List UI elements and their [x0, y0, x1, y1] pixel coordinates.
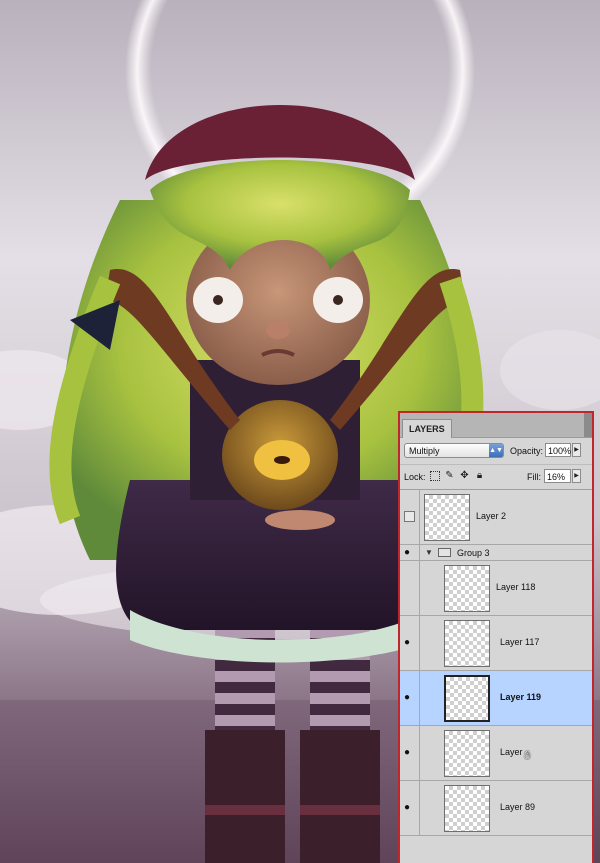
eye-off-icon: [404, 511, 415, 522]
opacity-input[interactable]: 100%: [545, 443, 571, 457]
layer-name: Layer 117: [500, 637, 540, 647]
visibility-toggle[interactable]: ●: [400, 616, 420, 670]
blend-mode-select[interactable]: Multiply ▲▼: [404, 443, 504, 458]
layer-thumbnail: [444, 675, 490, 722]
eye-icon: ●: [404, 692, 411, 703]
layer-name: Layer: [500, 747, 523, 757]
layers-panel: LAYERS Multiply ▲▼ Opacity: 100% ▶ Lock:…: [398, 411, 594, 863]
opacity-slider-toggle[interactable]: ▶: [572, 443, 581, 457]
layer-row[interactable]: ● Layer 117: [400, 616, 592, 671]
visibility-toggle[interactable]: ●: [400, 545, 420, 560]
lock-label: Lock:: [404, 472, 426, 482]
fill-label: Fill:: [527, 472, 541, 482]
layer-thumbnail: [424, 494, 470, 541]
folder-icon: [438, 548, 451, 557]
group-row[interactable]: ● ▼ Group 3: [400, 545, 592, 561]
pointer-cursor-icon: ✋︎: [524, 748, 531, 762]
tab-layers[interactable]: LAYERS: [402, 419, 452, 438]
layer-row[interactable]: Layer 118: [400, 561, 592, 616]
panel-menu-button[interactable]: [584, 413, 592, 437]
eye-icon: ●: [404, 747, 411, 758]
layer-list: Layer 2 ● ▼ Group 3 Layer 118 ● Layer 11…: [400, 490, 592, 836]
layer-row[interactable]: Layer 2: [400, 490, 592, 545]
blend-row: Multiply ▲▼ Opacity: 100% ▶: [400, 438, 592, 465]
visibility-toggle[interactable]: ●: [400, 671, 420, 725]
layer-thumbnail: [444, 785, 490, 832]
visibility-toggle[interactable]: ●: [400, 781, 420, 835]
layer-row[interactable]: ● Layer ✋︎: [400, 726, 592, 781]
layer-thumbnail: [444, 565, 490, 612]
blend-mode-value: Multiply: [409, 446, 440, 456]
brush-icon[interactable]: ✎: [444, 470, 455, 481]
panel-tab-bar: LAYERS: [400, 413, 592, 438]
layer-row[interactable]: ● Layer 89: [400, 781, 592, 836]
layer-row-selected[interactable]: ● Layer 119: [400, 671, 592, 726]
visibility-toggle[interactable]: [400, 561, 420, 615]
transparency-lock-icon[interactable]: [430, 471, 440, 481]
layer-name: Layer 118: [496, 582, 536, 592]
chevron-down-icon: ▲▼: [489, 444, 503, 457]
disclosure-triangle-icon[interactable]: ▼: [425, 548, 433, 557]
lock-icons: ✎ ✥ 🔒︎: [430, 470, 485, 481]
group-name: Group 3: [457, 548, 490, 558]
eye-icon: ●: [404, 802, 411, 813]
fill-slider-toggle[interactable]: ▶: [572, 469, 581, 483]
eye-icon: ●: [404, 546, 411, 558]
layer-thumbnail: [444, 730, 490, 777]
opacity-label: Opacity:: [510, 446, 544, 456]
layer-name: Layer 119: [500, 692, 542, 702]
visibility-toggle[interactable]: ●: [400, 726, 420, 780]
layer-name: Layer 2: [476, 511, 507, 521]
lock-icon[interactable]: 🔒︎: [474, 470, 485, 481]
layer-name: Layer 89: [500, 802, 536, 812]
lock-row: Lock: ✎ ✥ 🔒︎ Fill: 16% ▶: [400, 465, 592, 490]
eye-icon: ●: [404, 637, 411, 648]
move-icon[interactable]: ✥: [459, 470, 470, 481]
visibility-toggle[interactable]: [400, 490, 420, 544]
layer-thumbnail: [444, 620, 490, 667]
fill-input[interactable]: 16%: [544, 469, 571, 483]
